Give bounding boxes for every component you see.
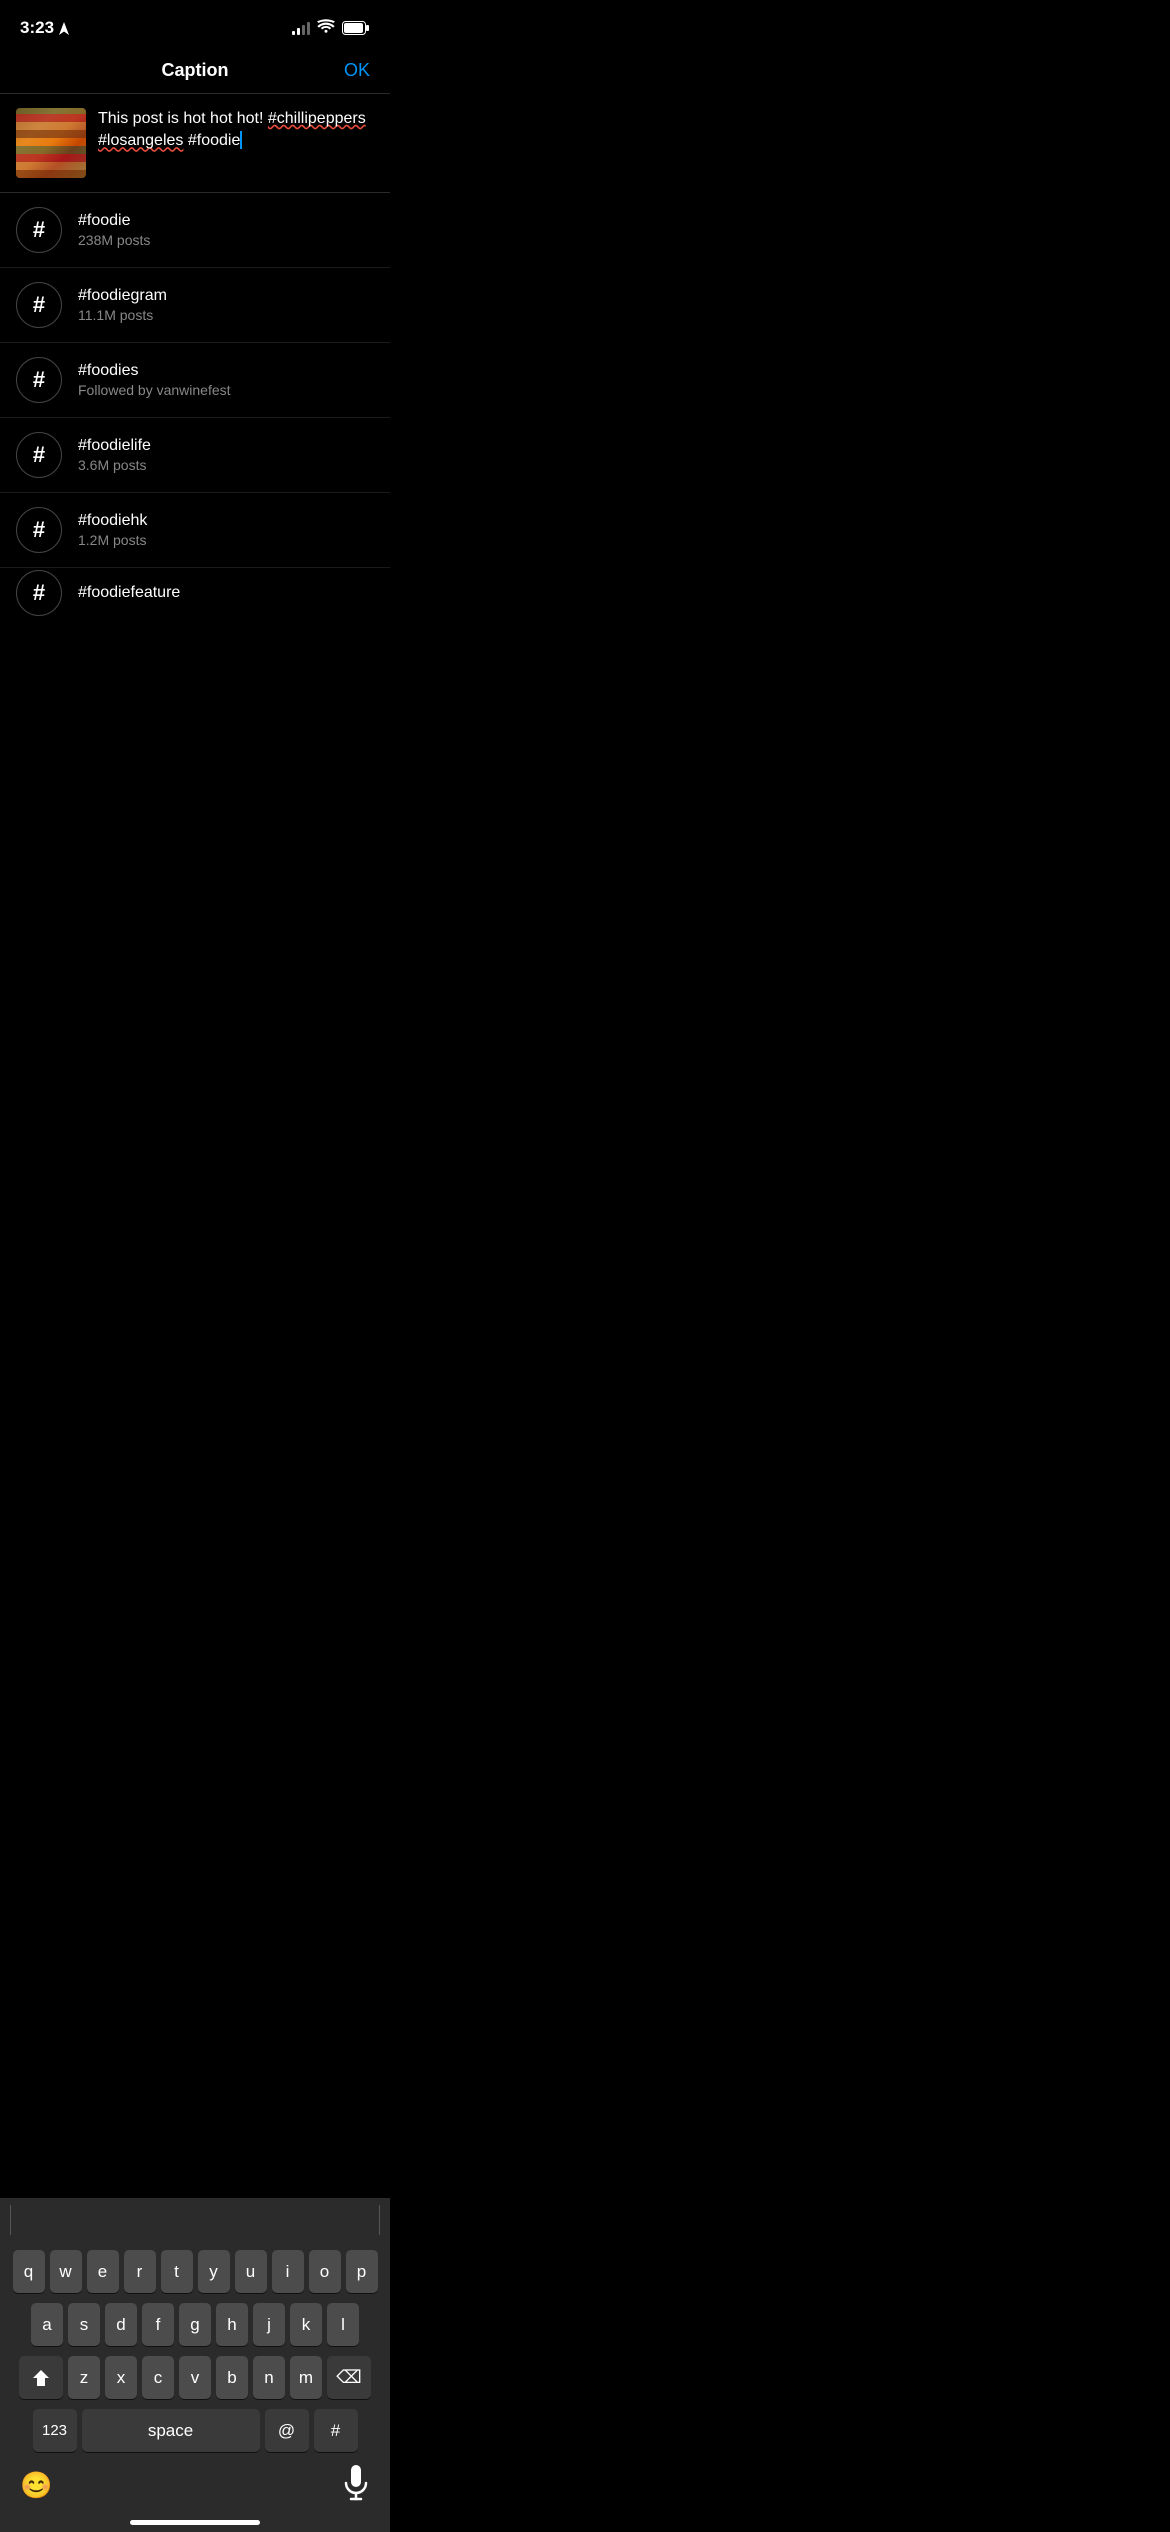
hashtag-name: #foodiehk <box>78 512 374 530</box>
key-g[interactable]: g <box>179 2303 211 2346</box>
hashtag-name: #foodie <box>78 212 374 230</box>
key-n[interactable]: n <box>253 2356 285 2399</box>
key-row-1: q w e r t y u i o p <box>4 2250 386 2293</box>
key-v[interactable]: v <box>179 2356 211 2399</box>
nav-bar: Caption OK <box>0 48 390 94</box>
key-k[interactable]: k <box>290 2303 322 2346</box>
time-display: 3:23 <box>20 18 54 38</box>
key-o[interactable]: o <box>309 2250 341 2293</box>
hash-key[interactable]: # <box>314 2409 358 2452</box>
key-b[interactable]: b <box>216 2356 248 2399</box>
hashtag-item[interactable]: # #foodiehk 1.2M posts <box>0 493 390 568</box>
hashtag-icon-circle: # <box>16 570 62 616</box>
shift-key[interactable] <box>19 2356 63 2399</box>
location-icon <box>59 22 69 35</box>
hashtag-posts: Followed by vanwinefest <box>78 382 374 398</box>
post-thumbnail <box>16 108 86 178</box>
key-i[interactable]: i <box>272 2250 304 2293</box>
key-row-3: z x c v b n m ⌫ <box>4 2356 386 2399</box>
key-x[interactable]: x <box>105 2356 137 2399</box>
key-r[interactable]: r <box>124 2250 156 2293</box>
hashtag-icon-circle: # <box>16 432 62 478</box>
caption-hashtag2: #losangeles <box>98 132 183 149</box>
hashtag-name: #foodies <box>78 362 374 380</box>
key-y[interactable]: y <box>198 2250 230 2293</box>
hashtag-posts: 3.6M posts <box>78 457 374 473</box>
keyboard-toolbar <box>0 2198 390 2242</box>
toolbar-divider-left <box>10 2205 11 2235</box>
nav-title: Caption <box>162 60 229 81</box>
caption-area[interactable]: This post is hot hot hot! #chillipeppers… <box>0 94 390 193</box>
wifi-icon <box>317 19 335 38</box>
text-cursor <box>240 131 242 149</box>
key-d[interactable]: d <box>105 2303 137 2346</box>
hashtag-icon-circle: # <box>16 207 62 253</box>
delete-key[interactable]: ⌫ <box>327 2356 371 2399</box>
hashtag-item-partial[interactable]: # #foodiefeature <box>0 568 390 618</box>
space-key[interactable]: space <box>82 2409 260 2452</box>
ok-button[interactable]: OK <box>344 60 370 81</box>
home-indicator <box>0 2512 390 2532</box>
key-j[interactable]: j <box>253 2303 285 2346</box>
hashtag-item[interactable]: # #foodiegram 11.1M posts <box>0 268 390 343</box>
status-right-icons <box>292 19 370 38</box>
status-time: 3:23 <box>20 18 69 38</box>
toolbar-divider-right <box>379 2205 380 2235</box>
key-f[interactable]: f <box>142 2303 174 2346</box>
key-s[interactable]: s <box>68 2303 100 2346</box>
key-m[interactable]: m <box>290 2356 322 2399</box>
key-w[interactable]: w <box>50 2250 82 2293</box>
at-key[interactable]: @ <box>265 2409 309 2452</box>
key-l[interactable]: l <box>327 2303 359 2346</box>
key-z[interactable]: z <box>68 2356 100 2399</box>
hashtag-name: #foodiefeature <box>78 584 374 602</box>
key-q[interactable]: q <box>13 2250 45 2293</box>
num-key[interactable]: 123 <box>33 2409 77 2452</box>
signal-icon <box>292 21 310 35</box>
caption-text-space: #foodie <box>183 132 240 149</box>
hashtag-item[interactable]: # #foodielife 3.6M posts <box>0 418 390 493</box>
keyboard: q w e r t y u i o p a s d f g h j k l <box>0 2198 390 2532</box>
hashtag-name: #foodielife <box>78 437 374 455</box>
battery-icon <box>342 21 370 35</box>
caption-input[interactable]: This post is hot hot hot! #chillipeppers… <box>98 108 374 178</box>
key-p[interactable]: p <box>346 2250 378 2293</box>
hashtag-icon-circle: # <box>16 282 62 328</box>
microphone-button[interactable] <box>342 2465 370 2506</box>
hashtag-posts: 1.2M posts <box>78 532 374 548</box>
key-row-4: 123 space @ # <box>4 2409 386 2452</box>
hashtag-posts: 11.1M posts <box>78 307 374 323</box>
caption-text-plain: This post is hot hot hot! <box>98 110 268 127</box>
hashtag-name: #foodiegram <box>78 287 374 305</box>
key-t[interactable]: t <box>161 2250 193 2293</box>
key-u[interactable]: u <box>235 2250 267 2293</box>
key-h[interactable]: h <box>216 2303 248 2346</box>
keyboard-bottom-bar: 😊 <box>0 2462 390 2512</box>
emoji-button[interactable]: 😊 <box>20 2470 52 2501</box>
hashtag-icon-circle: # <box>16 507 62 553</box>
home-indicator-bar <box>130 2520 260 2525</box>
hashtag-icon-circle: # <box>16 357 62 403</box>
hashtag-posts: 238M posts <box>78 232 374 248</box>
status-bar: 3:23 <box>0 0 390 48</box>
keyboard-main: q w e r t y u i o p a s d f g h j k l <box>0 2242 390 2462</box>
key-a[interactable]: a <box>31 2303 63 2346</box>
key-row-2: a s d f g h j k l <box>4 2303 386 2346</box>
key-c[interactable]: c <box>142 2356 174 2399</box>
hashtag-item[interactable]: # #foodie 238M posts <box>0 193 390 268</box>
key-e[interactable]: e <box>87 2250 119 2293</box>
caption-hashtag1: #chillipeppers <box>268 110 366 127</box>
hashtag-item[interactable]: # #foodies Followed by vanwinefest <box>0 343 390 418</box>
hashtag-suggestions: # #foodie 238M posts # #foodiegram 11.1M… <box>0 193 390 618</box>
